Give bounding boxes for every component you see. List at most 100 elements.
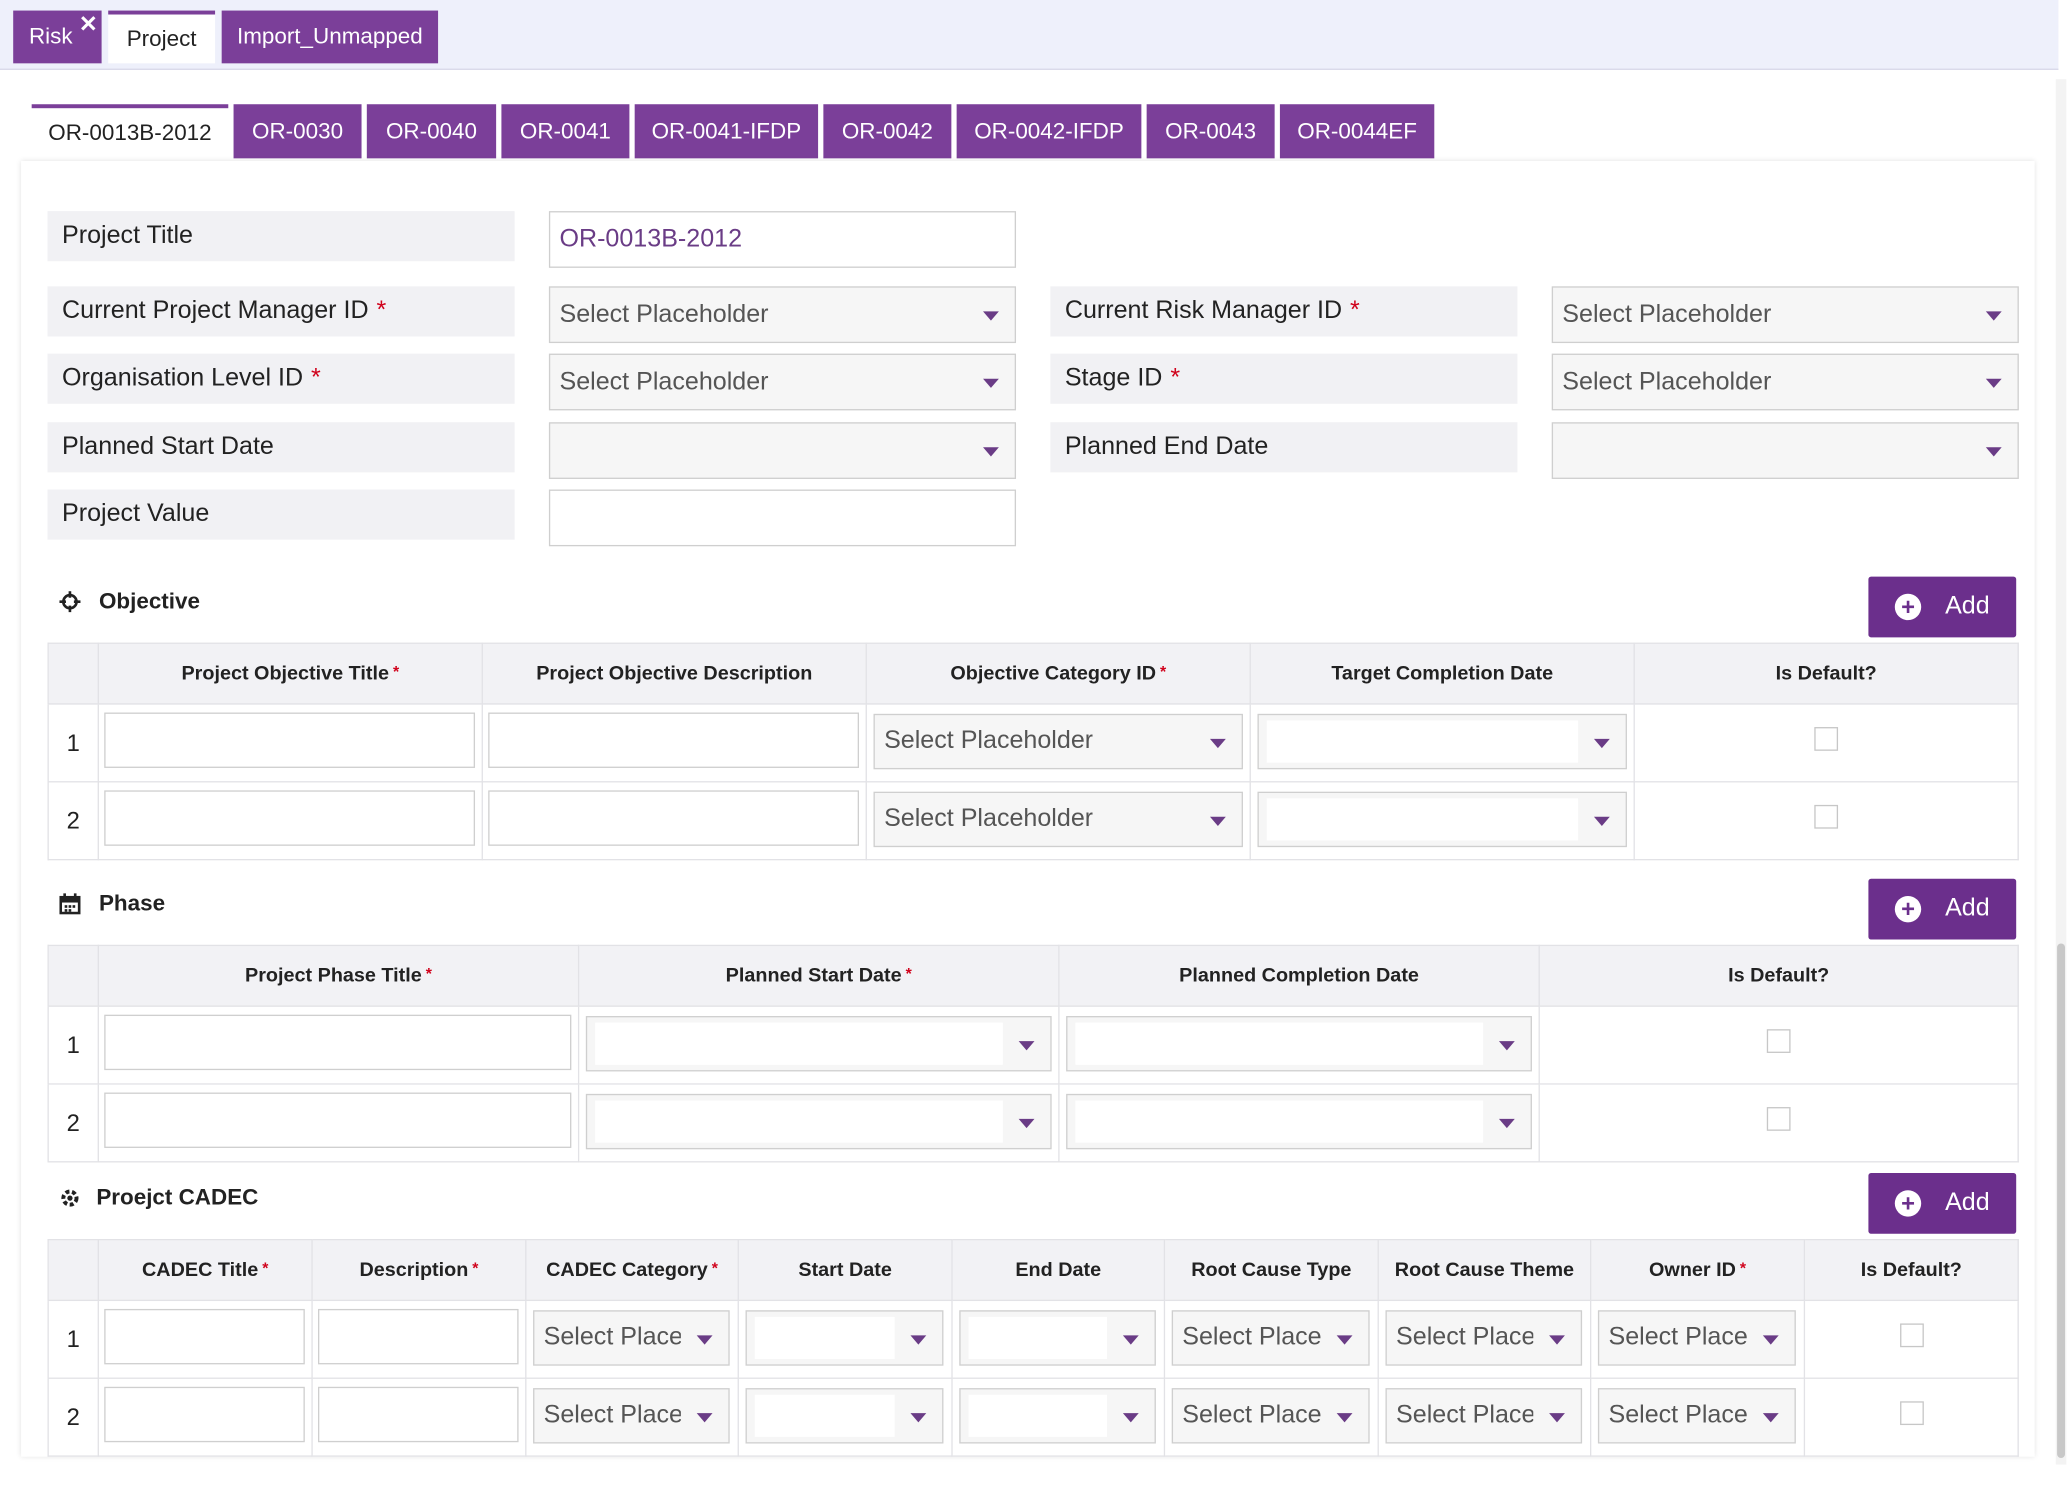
project-tab-label: OR-0042 bbox=[841, 118, 933, 144]
objective-title-input[interactable] bbox=[104, 712, 476, 768]
phase-completion-picker[interactable] bbox=[1066, 1093, 1532, 1150]
tab-risk[interactable]: Risk ✕ bbox=[13, 10, 102, 64]
cadec-end-picker[interactable] bbox=[959, 1388, 1156, 1444]
chevron-down-icon bbox=[983, 447, 999, 457]
project-tab-label: OR-0044EF bbox=[1297, 118, 1417, 144]
is-default-checkbox[interactable] bbox=[1766, 1029, 1791, 1053]
target-completion-picker[interactable] bbox=[1257, 791, 1627, 848]
required-marker: * bbox=[376, 296, 387, 325]
phase-title-input[interactable] bbox=[104, 1092, 572, 1148]
phase-start-picker[interactable] bbox=[585, 1016, 1052, 1072]
close-icon[interactable]: ✕ bbox=[79, 12, 98, 38]
cadec-description-input[interactable] bbox=[317, 1386, 519, 1443]
add-objective-button[interactable]: + Add bbox=[1868, 576, 2017, 638]
chevron-down-icon bbox=[1593, 816, 1610, 827]
tab-project[interactable]: Project bbox=[108, 10, 216, 64]
is-default-checkbox[interactable] bbox=[1766, 1107, 1791, 1131]
tab-risk-label: Risk bbox=[28, 23, 73, 49]
cadec-start-picker[interactable] bbox=[745, 1388, 944, 1444]
project-value-input[interactable] bbox=[548, 489, 1017, 547]
org-level-select[interactable]: Select Placeholder bbox=[548, 353, 1017, 411]
project-tab-4[interactable]: OR-0041-IFDP bbox=[634, 104, 819, 159]
add-phase-button[interactable]: + Add bbox=[1868, 878, 2017, 940]
column-header: CADEC Title * bbox=[97, 1239, 313, 1302]
column-header: Is Default? bbox=[1803, 1239, 2019, 1302]
project-tab-7[interactable]: OR-0043 bbox=[1146, 104, 1275, 159]
app-root: Risk ✕ Project Import_Unmapped OR-0013B-… bbox=[0, 0, 2069, 1484]
phase-completion-picker[interactable] bbox=[1066, 1016, 1532, 1072]
risk-manager-select[interactable]: Select Placeholder bbox=[1551, 286, 2019, 344]
chevron-down-icon bbox=[696, 1335, 713, 1345]
column-header: Owner ID * bbox=[1589, 1239, 1806, 1302]
objective-description-input[interactable] bbox=[488, 712, 859, 768]
project-tab-5[interactable]: OR-0042 bbox=[823, 104, 952, 159]
cadec-start-picker[interactable] bbox=[745, 1310, 944, 1366]
project-title-input[interactable]: OR-0013B-2012 bbox=[548, 211, 1017, 268]
is-default-checkbox[interactable] bbox=[1899, 1323, 1924, 1348]
scrollbar-thumb[interactable] bbox=[2057, 943, 2066, 1459]
table-row: 2 bbox=[47, 1083, 2019, 1163]
chevron-down-icon bbox=[910, 1413, 927, 1423]
chevron-down-icon bbox=[696, 1413, 713, 1423]
planned-end-label: Planned End Date bbox=[1050, 422, 1518, 473]
column-header: Root Cause Theme bbox=[1377, 1239, 1592, 1302]
objective-category-select[interactable]: Select Placeholder bbox=[873, 713, 1243, 770]
phase-title-input[interactable] bbox=[104, 1014, 572, 1071]
project-tab-6[interactable]: OR-0042-IFDP bbox=[956, 104, 1142, 159]
root-cause-type-select[interactable]: Select Placel bbox=[1171, 1388, 1370, 1444]
root-cause-theme-select[interactable]: Select Placel bbox=[1385, 1388, 1583, 1444]
chevron-down-icon bbox=[1122, 1335, 1139, 1345]
tab-import-label: Import_Unmapped bbox=[236, 23, 423, 49]
chevron-down-icon bbox=[1549, 1413, 1565, 1423]
calendar-icon bbox=[59, 893, 81, 915]
cadec-end-picker[interactable] bbox=[959, 1310, 1156, 1366]
table-row: 2 Select Placel Select Placel Select Pla… bbox=[47, 1377, 2019, 1457]
planned-start-picker[interactable] bbox=[548, 422, 1017, 479]
project-manager-select[interactable]: Select Placeholder bbox=[548, 286, 1017, 344]
tab-import-unmapped[interactable]: Import_Unmapped bbox=[221, 10, 439, 64]
owner-select[interactable]: Select Placel bbox=[1597, 1310, 1796, 1366]
cadec-section-header: Proejct CADEC bbox=[59, 1185, 258, 1211]
objective-description-input[interactable] bbox=[488, 790, 859, 846]
chevron-down-icon bbox=[1593, 738, 1610, 749]
table-header-row: CADEC Title * Description * CADEC Category… bbox=[47, 1239, 2019, 1302]
owner-select[interactable]: Select Placel bbox=[1597, 1388, 1796, 1444]
objective-title-input[interactable] bbox=[104, 790, 476, 846]
row-number: 2 bbox=[47, 781, 99, 861]
cadec-description-input[interactable] bbox=[317, 1308, 519, 1365]
target-completion-picker[interactable] bbox=[1257, 713, 1627, 770]
objective-category-select[interactable]: Select Placeholder bbox=[873, 791, 1243, 848]
is-default-checkbox[interactable] bbox=[1814, 804, 1839, 829]
root-cause-type-select[interactable]: Select Placel bbox=[1171, 1310, 1370, 1366]
column-header: Planned Start Date * bbox=[577, 944, 1060, 1007]
column-header: Project Phase Title * bbox=[97, 944, 580, 1007]
column-header: Project Objective Title * bbox=[97, 642, 483, 705]
root-cause-theme-select[interactable]: Select Placel bbox=[1385, 1310, 1583, 1366]
chevron-down-icon bbox=[1018, 1118, 1035, 1129]
add-cadec-button[interactable]: + Add bbox=[1868, 1173, 2017, 1234]
project-tab-1[interactable]: OR-0030 bbox=[233, 104, 362, 159]
project-tab-0[interactable]: OR-0013B-2012 bbox=[31, 104, 229, 159]
required-marker: * bbox=[1350, 296, 1360, 325]
phase-start-picker[interactable] bbox=[585, 1093, 1052, 1150]
stage-select[interactable]: Select Placeholder bbox=[1551, 353, 2019, 411]
cadec-title-input[interactable] bbox=[104, 1386, 305, 1443]
table-row: 1 bbox=[47, 1005, 2019, 1085]
stage-label: Stage ID * bbox=[1050, 353, 1518, 404]
project-tab-label: OR-0042-IFDP bbox=[974, 118, 1124, 144]
cadec-category-select[interactable]: Select Placel bbox=[533, 1310, 730, 1366]
planned-end-picker[interactable] bbox=[1551, 422, 2019, 479]
is-default-checkbox[interactable] bbox=[1899, 1401, 1924, 1426]
phase-table: Project Phase Title * Planned Start Date *… bbox=[47, 944, 2019, 1163]
cadec-title-input[interactable] bbox=[104, 1308, 305, 1365]
chevron-down-icon bbox=[1985, 447, 2002, 457]
project-manager-label: Current Project Manager ID * bbox=[47, 286, 515, 337]
cadec-title: Proejct CADEC bbox=[96, 1184, 259, 1210]
cadec-category-select[interactable]: Select Placel bbox=[533, 1388, 730, 1444]
project-tab-3[interactable]: OR-0041 bbox=[501, 104, 630, 159]
is-default-checkbox[interactable] bbox=[1814, 727, 1839, 751]
project-tab-8[interactable]: OR-0044EF bbox=[1279, 104, 1435, 159]
project-tab-2[interactable]: OR-0040 bbox=[366, 104, 497, 159]
gear-icon bbox=[61, 1189, 79, 1207]
chevron-down-icon bbox=[1498, 1041, 1515, 1051]
